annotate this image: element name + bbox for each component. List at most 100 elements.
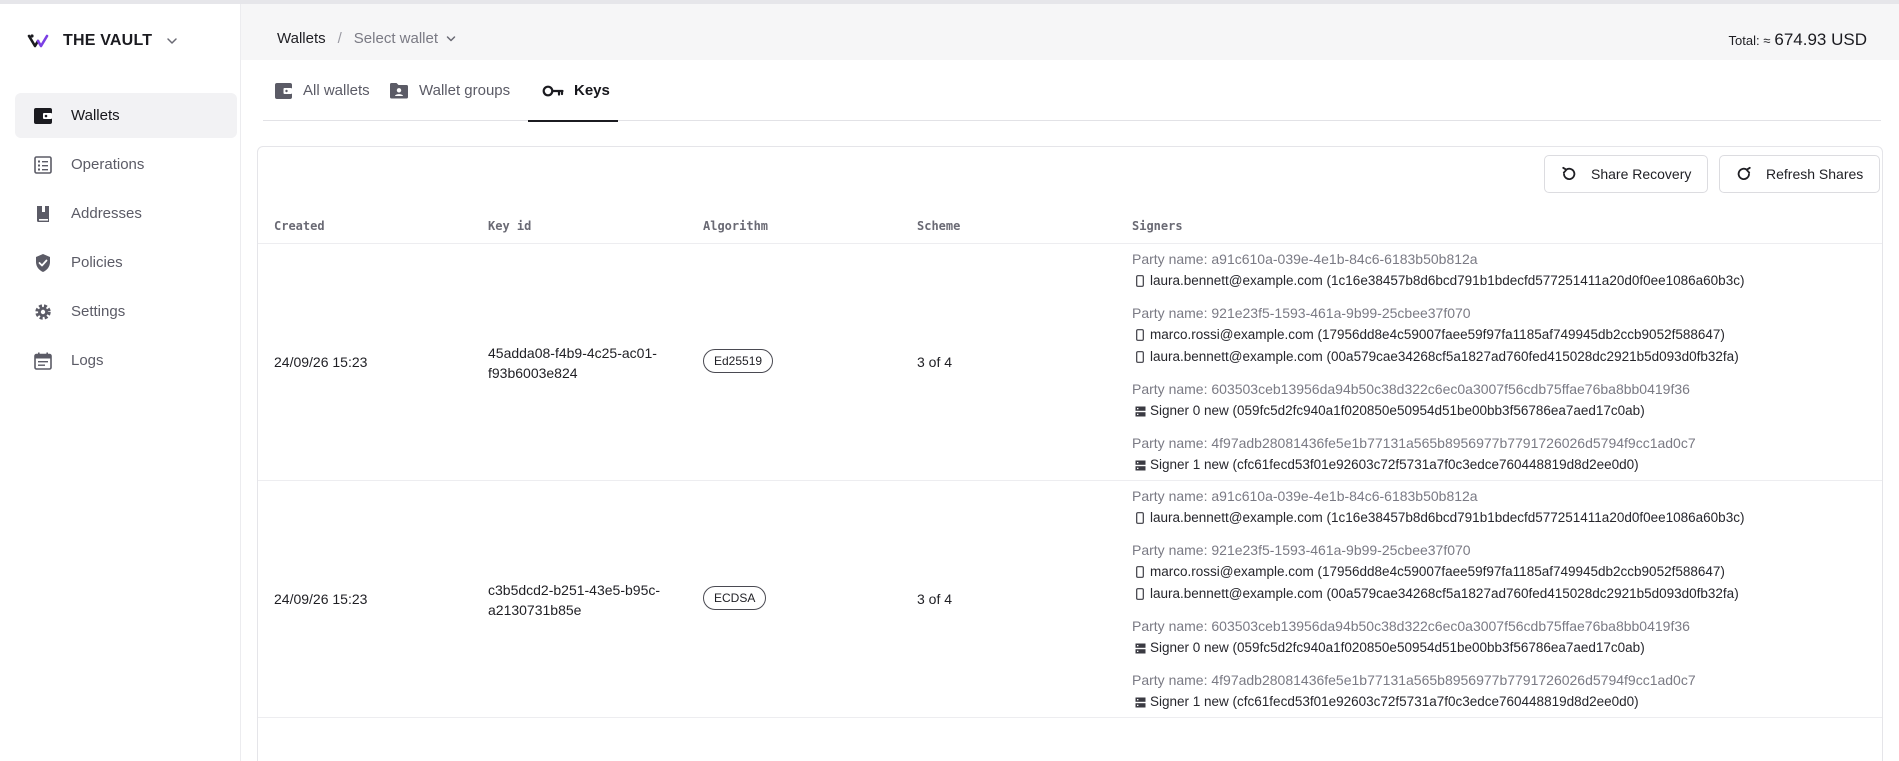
signer-device: Signer 0 new (059fc5d2fc940a1f020850e509…	[1132, 400, 1872, 422]
column-header-scheme[interactable]: Scheme	[917, 219, 960, 233]
key-id-line: 45adda08-f4b9-4c25-ac01-	[488, 345, 657, 361]
scheme-cell: 3 of 4	[917, 591, 953, 607]
created-cell: 24/09/26 15:23	[274, 354, 368, 370]
brand-name: THE VAULT	[63, 32, 153, 49]
chevron-down-icon	[167, 38, 177, 44]
signer-device: laura.bennett@example.com (00a579cae3426…	[1132, 583, 1872, 605]
gear-icon	[33, 302, 53, 322]
key-id-line: c3b5dcd2-b251-43e5-b95c-	[488, 582, 661, 598]
book-icon	[33, 204, 53, 224]
total-value: 674.93 USD	[1774, 30, 1867, 49]
column-header-created[interactable]: Created	[274, 219, 325, 233]
party-name: Party name: a91c610a-039e-4e1b-84c6-6183…	[1132, 488, 1478, 504]
calendar-icon	[33, 351, 53, 371]
signer-device: marco.rossi@example.com (17956dd8e4c5900…	[1132, 561, 1872, 583]
workspace-switcher[interactable]: THE VAULT	[27, 28, 178, 54]
algorithm-badge: ECDSA	[703, 586, 767, 610]
signer-device-label: laura.bennett@example.com (00a579cae3426…	[1150, 349, 1739, 364]
sidebar: THE VAULT Wallets Operations Addresses P…	[0, 4, 241, 761]
key-id-cell: 45adda08-f4b9-4c25-ac01- f93b6003e824	[488, 343, 657, 383]
signer-device-label: Signer 0 new (059fc5d2fc940a1f020850e509…	[1150, 640, 1645, 655]
tab-wallet-groups[interactable]: Wallet groups	[389, 60, 510, 121]
party-name: Party name: 603503ceb13956da94b50c38d322…	[1132, 381, 1690, 397]
algorithm-badge: Ed25519	[703, 349, 774, 373]
wallet-icon	[274, 82, 293, 100]
main-content: All wallets Wallet groups Keys Share Rec…	[241, 60, 1899, 761]
sidebar-item-label: Addresses	[71, 205, 142, 222]
sidebar-item-label: Policies	[71, 254, 123, 271]
sidebar-item-label: Operations	[71, 156, 145, 173]
breadcrumb-separator: /	[337, 30, 342, 47]
signer-device: laura.bennett@example.com (00a579cae3426…	[1132, 346, 1872, 368]
sidebar-item-settings[interactable]: Settings	[15, 289, 237, 334]
table-row[interactable]: 24/09/26 15:23 c3b5dcd2-b251-43e5-b95c- …	[258, 481, 1882, 718]
column-header-key-id[interactable]: Key id	[488, 219, 531, 233]
signer-device-label: marco.rossi@example.com (17956dd8e4c5900…	[1150, 564, 1725, 579]
party-group: Party name: 921e23f5-1593-461a-9b99-25cb…	[1132, 303, 1872, 368]
scheme-cell: 3 of 4	[917, 354, 953, 370]
keys-panel: Share Recovery Refresh Shares Created Ke…	[257, 146, 1883, 761]
signer-device: laura.bennett@example.com (1c16e38457b8d…	[1132, 270, 1872, 292]
sidebar-item-label: Wallets	[71, 107, 120, 124]
signers-cell: Party name: a91c610a-039e-4e1b-84c6-6183…	[1132, 249, 1872, 487]
key-icon	[542, 84, 564, 98]
share-recovery-label: Share Recovery	[1591, 166, 1692, 182]
signer-device: laura.bennett@example.com (1c16e38457b8d…	[1132, 507, 1872, 529]
tab-label: All wallets	[303, 82, 370, 99]
column-header-algorithm[interactable]: Algorithm	[703, 219, 768, 233]
wallet-tabs: All wallets Wallet groups Keys	[263, 60, 1881, 122]
wallet-icon	[33, 106, 53, 126]
breadcrumb-wallets-link[interactable]: Wallets	[277, 30, 326, 47]
chevron-down-icon	[446, 35, 456, 41]
list-icon	[33, 155, 53, 175]
server-icon	[1132, 643, 1148, 654]
wallet-select-placeholder: Select wallet	[353, 30, 439, 47]
refresh-shares-button[interactable]: Refresh Shares	[1719, 155, 1881, 193]
signer-device: marco.rossi@example.com (17956dd8e4c5900…	[1132, 324, 1872, 346]
key-id-line: a2130731b85e	[488, 602, 582, 618]
sidebar-nav: Wallets Operations Addresses Policies Se…	[15, 93, 237, 387]
signer-device-label: marco.rossi@example.com (17956dd8e4c5900…	[1150, 327, 1725, 342]
phone-icon	[1132, 566, 1148, 578]
share-recovery-button[interactable]: Share Recovery	[1544, 155, 1709, 193]
signer-device-label: laura.bennett@example.com (1c16e38457b8d…	[1150, 273, 1745, 288]
wallet-select[interactable]: Select wallet	[354, 30, 456, 47]
sidebar-item-policies[interactable]: Policies	[15, 240, 237, 285]
table-row[interactable]: 24/09/26 15:23 45adda08-f4b9-4c25-ac01- …	[258, 244, 1882, 481]
party-name: Party name: 4f97adb28081436fe5e1b77131a5…	[1132, 435, 1696, 451]
rotate-ccw-icon	[1562, 166, 1576, 180]
sidebar-item-addresses[interactable]: Addresses	[15, 191, 237, 236]
party-group: Party name: 921e23f5-1593-461a-9b99-25cb…	[1132, 540, 1872, 605]
party-name: Party name: 4f97adb28081436fe5e1b77131a5…	[1132, 672, 1696, 688]
page-header: Wallets / Select wallet Total: ≈ 674.93 …	[241, 4, 1899, 60]
signer-device: Signer 1 new (cfc61fecd53f01e92603c72f57…	[1132, 691, 1872, 713]
sidebar-item-label: Settings	[71, 303, 126, 320]
sidebar-item-wallets[interactable]: Wallets	[15, 93, 237, 138]
party-name: Party name: 603503ceb13956da94b50c38d322…	[1132, 618, 1690, 634]
party-group: Party name: 4f97adb28081436fe5e1b77131a5…	[1132, 670, 1872, 713]
party-group: Party name: 603503ceb13956da94b50c38d322…	[1132, 616, 1872, 659]
party-name: Party name: 921e23f5-1593-461a-9b99-25cb…	[1132, 542, 1471, 558]
created-cell: 24/09/26 15:23	[274, 591, 368, 607]
party-name: Party name: a91c610a-039e-4e1b-84c6-6183…	[1132, 251, 1478, 267]
tab-all-wallets[interactable]: All wallets	[274, 60, 370, 121]
signer-device: Signer 1 new (cfc61fecd53f01e92603c72f57…	[1132, 454, 1872, 476]
signer-device-label: Signer 0 new (059fc5d2fc940a1f020850e509…	[1150, 403, 1645, 418]
key-id-cell: c3b5dcd2-b251-43e5-b95c- a2130731b85e	[488, 580, 660, 620]
signer-device-label: laura.bennett@example.com (00a579cae3426…	[1150, 586, 1739, 601]
sidebar-item-label: Logs	[71, 352, 104, 369]
tab-label: Keys	[574, 82, 610, 99]
phone-icon	[1132, 351, 1148, 363]
column-header-signers[interactable]: Signers	[1132, 219, 1183, 233]
phone-icon	[1132, 588, 1148, 600]
party-group: Party name: 4f97adb28081436fe5e1b77131a5…	[1132, 433, 1872, 476]
sidebar-item-operations[interactable]: Operations	[15, 142, 237, 187]
signer-device: Signer 0 new (059fc5d2fc940a1f020850e509…	[1132, 637, 1872, 659]
phone-icon	[1132, 512, 1148, 524]
total-balance: Total: ≈ 674.93 USD	[1729, 30, 1867, 50]
sidebar-item-logs[interactable]: Logs	[15, 338, 237, 383]
party-group: Party name: 603503ceb13956da94b50c38d322…	[1132, 379, 1872, 422]
folder-user-icon	[389, 82, 409, 99]
tab-keys[interactable]: Keys	[528, 60, 618, 122]
phone-icon	[1132, 329, 1148, 341]
